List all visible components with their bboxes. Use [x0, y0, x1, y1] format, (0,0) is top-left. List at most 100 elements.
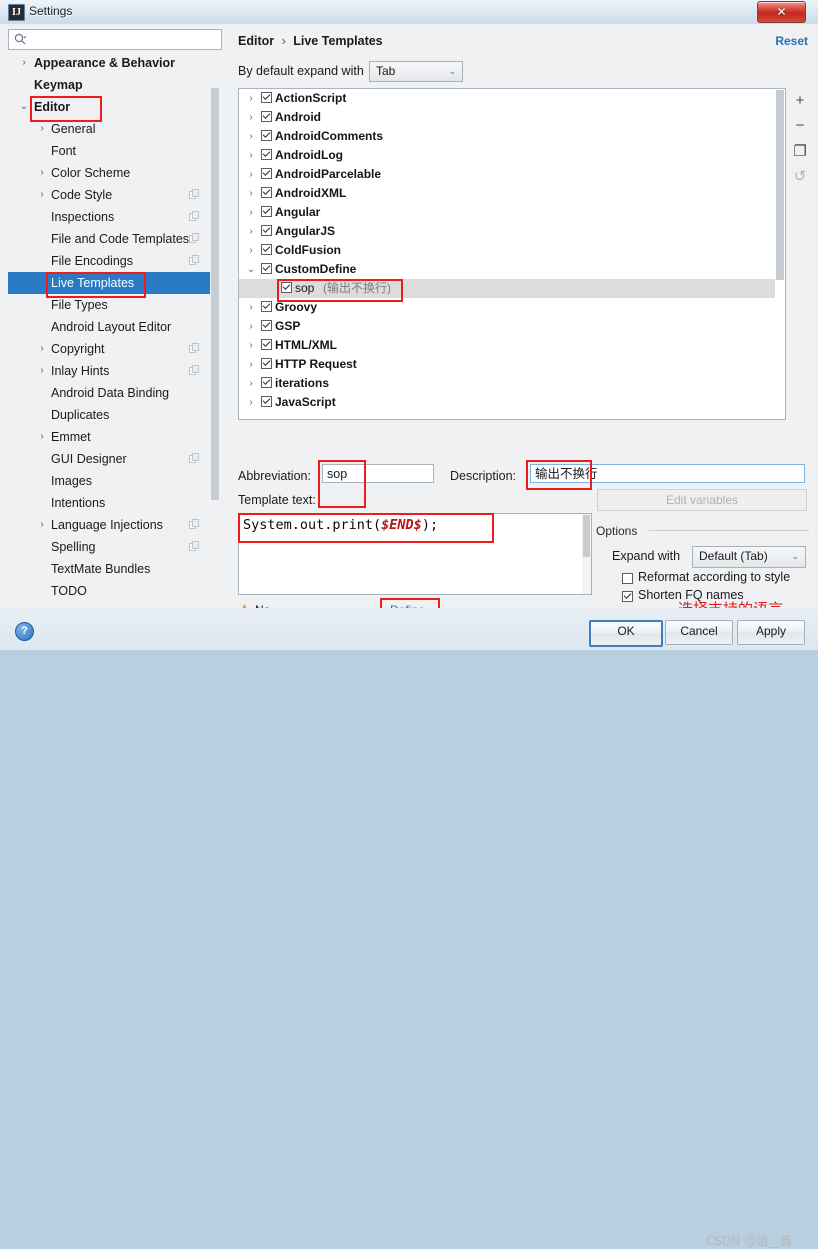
expand-arrow-icon[interactable]: ›: [245, 336, 257, 355]
cancel-button[interactable]: Cancel: [665, 620, 733, 645]
template-row[interactable]: sop (输出不换行): [239, 279, 785, 298]
expand-arrow-icon[interactable]: ›: [245, 298, 257, 317]
template-row[interactable]: ⌄ CustomDefine: [239, 260, 785, 279]
sidebar-item-intentions[interactable]: Intentions: [8, 492, 220, 514]
sidebar-item-code-style[interactable]: › Code Style: [8, 184, 220, 206]
expand-arrow-icon[interactable]: ›: [245, 393, 257, 412]
expand-arrow-icon[interactable]: ⌄: [18, 96, 30, 118]
editor-scrollbar-track[interactable]: [582, 514, 591, 594]
template-checkbox[interactable]: [261, 301, 272, 312]
sidebar-item-file-and-code-templates[interactable]: File and Code Templates: [8, 228, 220, 250]
template-row[interactable]: › GSP: [239, 317, 785, 336]
template-checkbox[interactable]: [261, 320, 272, 331]
sidebar-item-file-types[interactable]: File Types: [8, 294, 220, 316]
expand-arrow-icon[interactable]: ›: [245, 241, 257, 260]
editor-scrollbar-thumb[interactable]: [583, 515, 590, 557]
reset-link[interactable]: Reset: [775, 34, 808, 48]
template-checkbox[interactable]: [261, 187, 272, 198]
expand-arrow-icon[interactable]: ›: [36, 338, 48, 360]
template-checkbox[interactable]: [261, 168, 272, 179]
sidebar-item-color-scheme[interactable]: › Color Scheme: [8, 162, 220, 184]
add-template-button[interactable]: +: [788, 88, 812, 113]
help-icon[interactable]: ?: [15, 622, 34, 641]
template-row[interactable]: › ColdFusion: [239, 241, 785, 260]
expand-arrow-icon[interactable]: ›: [36, 360, 48, 382]
default-expand-select[interactable]: Tab ⌄: [369, 61, 463, 82]
template-row[interactable]: › HTTP Request: [239, 355, 785, 374]
expand-arrow-icon[interactable]: ⌄: [245, 260, 257, 279]
template-row[interactable]: › ActionScript: [239, 89, 785, 108]
template-checkbox[interactable]: [261, 149, 272, 160]
tree-scrollbar-track[interactable]: [775, 89, 785, 419]
sidebar-scrollbar-thumb[interactable]: [211, 88, 219, 500]
expand-arrow-icon[interactable]: ›: [245, 146, 257, 165]
template-checkbox[interactable]: [261, 339, 272, 350]
expand-arrow-icon[interactable]: ›: [245, 222, 257, 241]
expand-arrow-icon[interactable]: ›: [245, 374, 257, 393]
duplicate-template-button[interactable]: ❐: [788, 138, 812, 163]
ok-button[interactable]: OK: [589, 620, 663, 647]
expand-arrow-icon[interactable]: ›: [36, 184, 48, 206]
template-checkbox[interactable]: [261, 92, 272, 103]
search-input[interactable]: [31, 32, 220, 49]
expand-arrow-icon[interactable]: ›: [36, 514, 48, 536]
tree-scrollbar-thumb[interactable]: [776, 90, 784, 280]
sidebar-item-live-templates[interactable]: Live Templates: [8, 272, 220, 294]
options-expand-select[interactable]: Default (Tab) ⌄: [692, 546, 806, 568]
expand-arrow-icon[interactable]: ›: [245, 127, 257, 146]
sidebar-item-duplicates[interactable]: Duplicates: [8, 404, 220, 426]
template-row[interactable]: › Groovy: [239, 298, 785, 317]
sidebar-item-gui-designer[interactable]: GUI Designer: [8, 448, 220, 470]
search-box[interactable]: [8, 29, 222, 50]
sidebar-scrollbar-track[interactable]: [210, 52, 220, 601]
breadcrumb-root[interactable]: Editor: [238, 34, 274, 48]
template-row[interactable]: › Android: [239, 108, 785, 127]
template-row[interactable]: › JavaScript: [239, 393, 785, 412]
sidebar-item-copyright[interactable]: › Copyright: [8, 338, 220, 360]
sidebar-item-file-encodings[interactable]: File Encodings: [8, 250, 220, 272]
sidebar-item-appearance-behavior[interactable]: › Appearance & Behavior: [8, 52, 220, 74]
template-row[interactable]: › Angular: [239, 203, 785, 222]
sidebar-item-language-injections[interactable]: › Language Injections: [8, 514, 220, 536]
template-row[interactable]: › AndroidParcelable: [239, 165, 785, 184]
expand-arrow-icon[interactable]: ›: [18, 52, 30, 74]
expand-arrow-icon[interactable]: ›: [36, 162, 48, 184]
description-input[interactable]: 输出不换行: [530, 464, 805, 483]
sidebar-tree[interactable]: › Appearance & Behavior Keymap ⌄ Editor › Gene…: [8, 52, 220, 601]
template-group-tree[interactable]: › ActionScript › Android › AndroidComments › An…: [238, 88, 786, 420]
sidebar-item-android-layout-editor[interactable]: Android Layout Editor: [8, 316, 220, 338]
expand-arrow-icon[interactable]: ›: [245, 184, 257, 203]
template-checkbox[interactable]: [261, 111, 272, 122]
template-checkbox[interactable]: [261, 225, 272, 236]
sidebar-item-inspections[interactable]: Inspections: [8, 206, 220, 228]
abbreviation-input[interactable]: sop: [322, 464, 434, 483]
expand-arrow-icon[interactable]: ›: [245, 317, 257, 336]
template-checkbox[interactable]: [261, 358, 272, 369]
template-row[interactable]: › iterations: [239, 374, 785, 393]
sidebar-item-android-data-binding[interactable]: Android Data Binding: [8, 382, 220, 404]
template-row[interactable]: › AndroidXML: [239, 184, 785, 203]
template-row[interactable]: › AndroidLog: [239, 146, 785, 165]
sidebar-item-inlay-hints[interactable]: › Inlay Hints: [8, 360, 220, 382]
sidebar-item-editor[interactable]: ⌄ Editor: [8, 96, 220, 118]
sidebar-item-font[interactable]: Font: [8, 140, 220, 162]
sidebar-item-images[interactable]: Images: [8, 470, 220, 492]
sidebar-item-spelling[interactable]: Spelling: [8, 536, 220, 558]
sidebar-item-textmate-bundles[interactable]: TextMate Bundles: [8, 558, 220, 580]
expand-arrow-icon[interactable]: ›: [245, 165, 257, 184]
sidebar-item-emmet[interactable]: › Emmet: [8, 426, 220, 448]
expand-arrow-icon[interactable]: ›: [245, 89, 257, 108]
sidebar-item-general[interactable]: › General: [8, 118, 220, 140]
template-checkbox[interactable]: [261, 377, 272, 388]
expand-arrow-icon[interactable]: ›: [245, 108, 257, 127]
apply-button[interactable]: Apply: [737, 620, 805, 645]
template-row[interactable]: › AndroidComments: [239, 127, 785, 146]
template-checkbox[interactable]: [281, 282, 292, 293]
template-row[interactable]: › HTML/XML: [239, 336, 785, 355]
sidebar-item-keymap[interactable]: Keymap: [8, 74, 220, 96]
template-text-editor[interactable]: System.out.print($END$);: [238, 513, 592, 595]
template-checkbox[interactable]: [261, 130, 272, 141]
close-icon[interactable]: ✕: [757, 1, 806, 23]
expand-arrow-icon[interactable]: ›: [36, 426, 48, 448]
template-checkbox[interactable]: [261, 263, 272, 274]
